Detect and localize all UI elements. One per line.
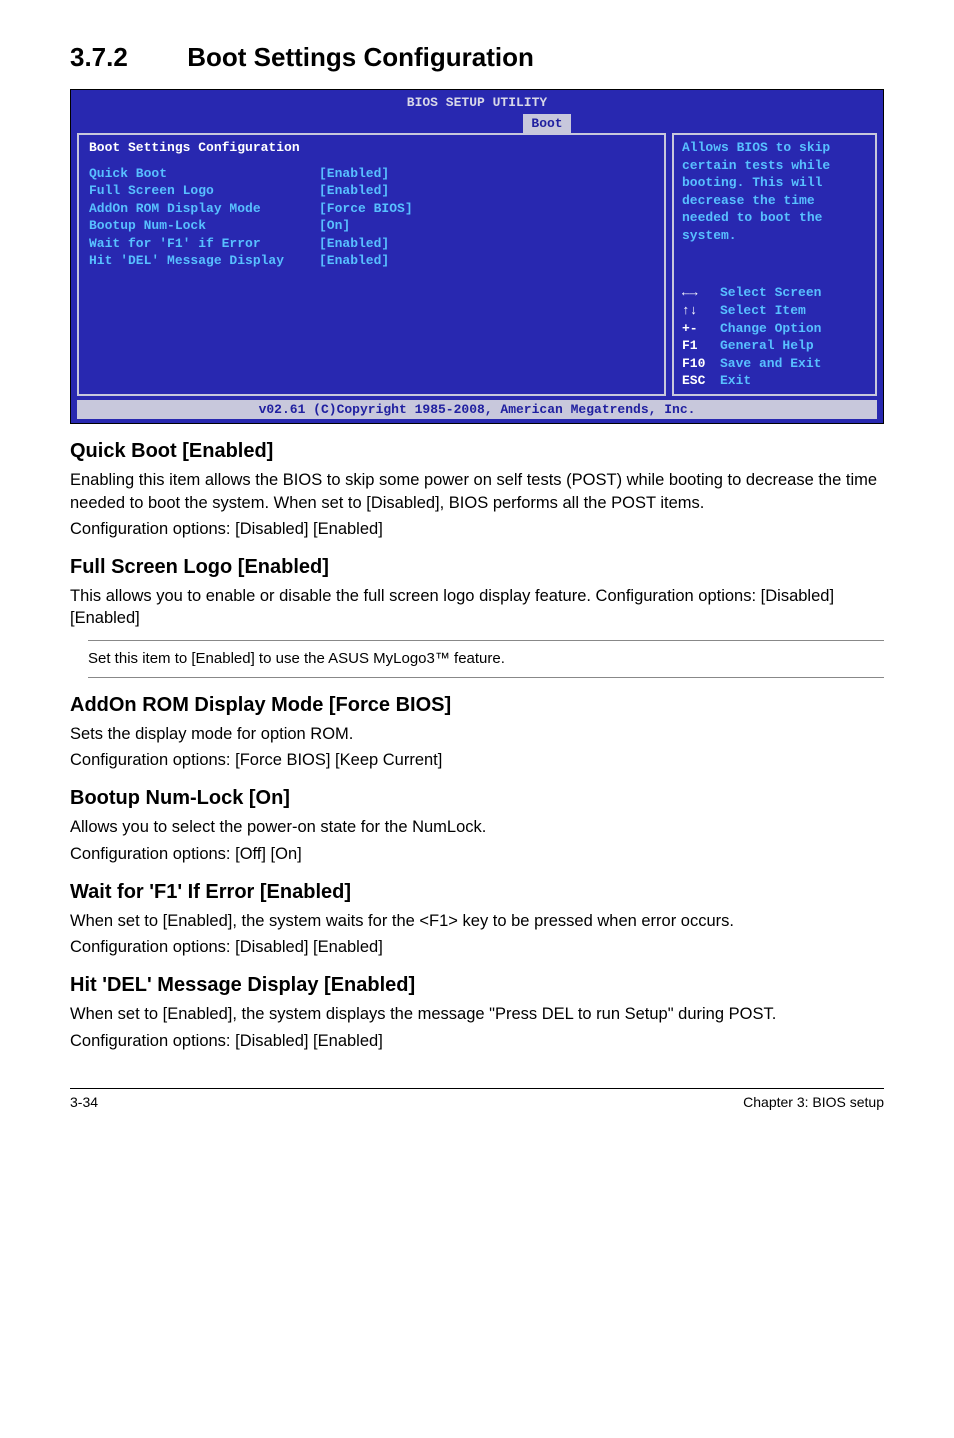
bios-tab-boot: Boot [523, 114, 570, 134]
heading-quick-boot: Quick Boot [Enabled] [70, 438, 884, 465]
paragraph: Enabling this item allows the BIOS to sk… [70, 469, 884, 514]
key: ↑↓ [682, 302, 720, 320]
key-label: Exit [720, 372, 751, 390]
bios-label: Hit 'DEL' Message Display [89, 252, 319, 270]
section-number: 3.7.2 [70, 40, 180, 75]
bios-value: [Enabled] [319, 235, 389, 253]
key: ESC [682, 372, 720, 390]
bios-label: AddOn ROM Display Mode [89, 200, 319, 218]
bios-copyright: v02.61 (C)Copyright 1985-2008, American … [77, 400, 877, 420]
bios-help-panel: Allows BIOS to skip certain tests while … [672, 133, 877, 396]
paragraph: Allows you to select the power-on state … [70, 816, 884, 838]
bios-panel-title: Boot Settings Configuration [89, 139, 654, 157]
bios-value: [On] [319, 217, 350, 235]
bios-row: Quick Boot[Enabled] [89, 165, 654, 183]
bios-row: Full Screen Logo[Enabled] [89, 182, 654, 200]
section-heading: 3.7.2 Boot Settings Configuration [70, 40, 884, 75]
bios-header: BIOS SETUP UTILITY Boot [71, 90, 883, 133]
page-footer: 3-34 Chapter 3: BIOS setup [70, 1088, 884, 1112]
section-title: Boot Settings Configuration [187, 42, 534, 72]
paragraph: Sets the display mode for option ROM. [70, 723, 884, 745]
bios-label: Wait for 'F1' if Error [89, 235, 319, 253]
key-label: Select Screen [720, 284, 821, 302]
heading-addon-rom: AddOn ROM Display Mode [Force BIOS] [70, 692, 884, 719]
bios-label: Quick Boot [89, 165, 319, 183]
bios-row: AddOn ROM Display Mode[Force BIOS] [89, 200, 654, 218]
paragraph: Configuration options: [Disabled] [Enabl… [70, 936, 884, 958]
key-label: Change Option [720, 320, 821, 338]
heading-full-screen-logo: Full Screen Logo [Enabled] [70, 554, 884, 581]
key-label: General Help [720, 337, 814, 355]
key-label: Save and Exit [720, 355, 821, 373]
bios-value: [Enabled] [319, 252, 389, 270]
bios-label: Bootup Num-Lock [89, 217, 319, 235]
heading-bootup-numlock: Bootup Num-Lock [On] [70, 785, 884, 812]
bios-row: Hit 'DEL' Message Display[Enabled] [89, 252, 654, 270]
note-block: Set this item to [Enabled] to use the AS… [70, 640, 884, 678]
bios-value: [Enabled] [319, 182, 389, 200]
bios-settings-panel: Boot Settings Configuration Quick Boot[E… [77, 133, 666, 396]
key: ←→ [682, 284, 720, 302]
bios-row: Bootup Num-Lock[On] [89, 217, 654, 235]
key: F10 [682, 355, 720, 373]
chapter-label: Chapter 3: BIOS setup [743, 1093, 884, 1112]
paragraph: When set to [Enabled], the system displa… [70, 1003, 884, 1025]
bios-key-legend: ←→Select Screen ↑↓Select Item +-Change O… [682, 284, 867, 389]
bios-title: BIOS SETUP UTILITY [71, 94, 883, 112]
key-label: Select Item [720, 302, 806, 320]
bios-value: [Force BIOS] [319, 200, 413, 218]
page-number: 3-34 [70, 1093, 98, 1112]
heading-wait-f1: Wait for 'F1' If Error [Enabled] [70, 879, 884, 906]
key: F1 [682, 337, 720, 355]
bios-screenshot: BIOS SETUP UTILITY Boot Boot Settings Co… [70, 89, 884, 424]
bios-value: [Enabled] [319, 165, 389, 183]
heading-hit-del: Hit 'DEL' Message Display [Enabled] [70, 972, 884, 999]
paragraph: Configuration options: [Force BIOS] [Kee… [70, 749, 884, 771]
note-text: Set this item to [Enabled] to use the AS… [88, 640, 884, 678]
paragraph: Configuration options: [Off] [On] [70, 843, 884, 865]
paragraph: When set to [Enabled], the system waits … [70, 910, 884, 932]
paragraph: Configuration options: [Disabled] [Enabl… [70, 1030, 884, 1052]
bios-help-text: Allows BIOS to skip certain tests while … [682, 139, 867, 244]
bios-row: Wait for 'F1' if Error[Enabled] [89, 235, 654, 253]
paragraph: This allows you to enable or disable the… [70, 585, 884, 630]
key: +- [682, 320, 720, 338]
bios-label: Full Screen Logo [89, 182, 319, 200]
paragraph: Configuration options: [Disabled] [Enabl… [70, 518, 884, 540]
